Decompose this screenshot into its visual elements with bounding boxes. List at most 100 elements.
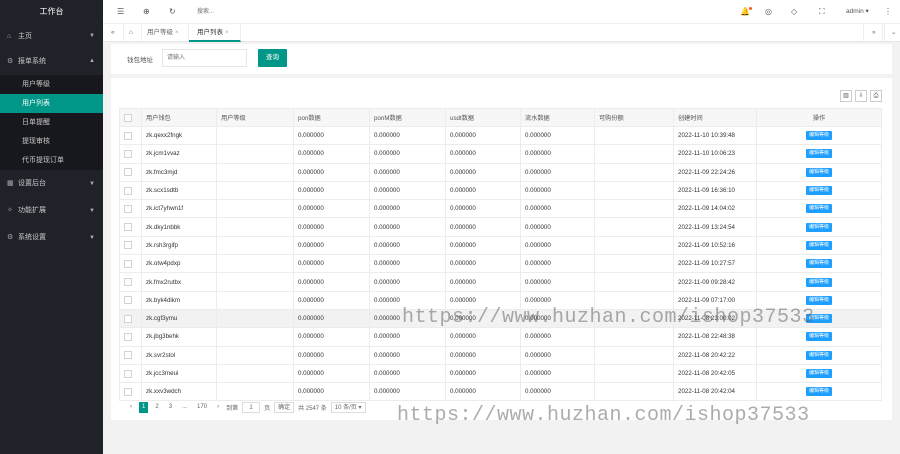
tab-user-list[interactable]: 用户列表 × — [189, 24, 241, 42]
row-select-cell[interactable] — [119, 272, 142, 292]
edit-level-button[interactable]: 编辑等级 — [805, 295, 832, 305]
close-icon[interactable]: × — [175, 29, 179, 36]
row-select-cell[interactable] — [119, 217, 142, 237]
print-icon[interactable]: ⎙ — [870, 90, 882, 102]
tab-user-level[interactable]: 用户等级 × — [139, 24, 189, 42]
goto-confirm-button[interactable]: 确定 — [274, 402, 295, 413]
row-checkbox[interactable] — [124, 387, 132, 396]
row-checkbox[interactable] — [124, 351, 132, 360]
page-last[interactable]: 170 — [194, 402, 210, 413]
row-checkbox[interactable] — [124, 168, 132, 177]
refresh-icon[interactable]: ↻ — [169, 0, 176, 24]
table-row[interactable]: zk.rsh3rgifp 0.000000 0.000000 0.000000 0.00… — [119, 235, 882, 256]
goto-page-input[interactable]: 1 — [242, 402, 261, 413]
col-wallet[interactable]: 用户钱包 — [141, 108, 217, 127]
table-row[interactable]: zk.otw4pdxp 0.000000 0.000000 0.000000 0.000… — [119, 254, 882, 274]
menu-toggle-icon[interactable]: ☰ — [117, 0, 124, 24]
edit-level-button[interactable]: 编辑等级 — [805, 131, 832, 141]
row-select-cell[interactable] — [119, 125, 142, 146]
user-menu[interactable]: admin ▾ — [846, 0, 869, 24]
page-3[interactable]: 3 — [166, 402, 175, 413]
sidebar-item-token-withdraw[interactable]: 代币提现订单 — [0, 151, 103, 170]
tag-icon[interactable]: ◇ — [791, 0, 797, 24]
sidebar-item-system-settings[interactable]: ⚙ 系统设置 ▼ — [0, 226, 103, 250]
edit-level-button[interactable]: 编辑等级 — [805, 204, 832, 214]
col-ponm[interactable]: ponM数据 — [369, 108, 446, 127]
table-row[interactable]: zk.jbg3behk 0.000000 0.000000 0.000000 0.000… — [119, 327, 882, 347]
search-input[interactable] — [197, 6, 257, 18]
sidebar-item-extensions[interactable]: ✧ 功能扩展 ▼ — [0, 199, 103, 223]
row-checkbox[interactable] — [124, 186, 132, 195]
row-checkbox[interactable] — [124, 149, 132, 158]
row-select-cell[interactable] — [119, 180, 142, 201]
table-row[interactable]: zk.dky1nbbk 0.000000 0.000000 0.000000 0.000… — [119, 217, 882, 237]
select-all-checkbox[interactable] — [124, 113, 132, 122]
sidebar-item-user-level[interactable]: 用户等级 — [0, 75, 103, 94]
sidebar-item-settings-backend[interactable]: ▦ 设置后台 ▼ — [0, 172, 103, 196]
table-row[interactable]: zk.ict7yhwn1f 0.000000 0.000000 0.000000 0.0… — [119, 199, 882, 219]
chevron-down-icon[interactable]: ⌄ — [882, 24, 900, 42]
table-row[interactable]: zk.fmc3mjd 0.000000 0.000000 0.000000 0.0000… — [119, 162, 882, 182]
table-row[interactable]: zk.qexx2fngk 0.000000 0.000000 0.000000 0.00… — [119, 125, 882, 146]
row-select-cell[interactable] — [119, 345, 142, 365]
row-checkbox[interactable] — [124, 241, 132, 250]
per-page-select[interactable]: 10 条/页 ▾ — [330, 402, 366, 413]
table-row[interactable]: zk.jcc3meui 0.000000 0.000000 0.000000 0.000… — [119, 363, 882, 384]
col-share[interactable]: 可购份额 — [594, 108, 674, 127]
col-flow[interactable]: 流水数据 — [520, 108, 595, 127]
row-select-cell[interactable] — [119, 162, 142, 182]
row-select-cell[interactable] — [119, 144, 142, 164]
edit-level-button[interactable]: 编辑等级 — [805, 277, 832, 287]
row-checkbox[interactable] — [124, 278, 132, 287]
page-1[interactable]: 1 — [139, 402, 149, 413]
row-select-cell[interactable] — [119, 363, 142, 384]
row-select-cell[interactable] — [119, 254, 142, 274]
page-2[interactable]: 2 — [152, 402, 161, 413]
edit-level-button[interactable]: 编辑等级 — [805, 350, 832, 360]
table-row[interactable]: zk.xxv3wdch 0.000000 0.000000 0.000000 0.000… — [119, 382, 882, 402]
row-checkbox[interactable] — [124, 296, 132, 305]
sidebar-item-home[interactable]: ⌂ 主页 ▼ — [0, 24, 103, 49]
col-level[interactable]: 用户等级 — [216, 108, 294, 127]
row-select-cell[interactable] — [119, 308, 142, 329]
sidebar-item-daily-reminder[interactable]: 日单提醒 — [0, 113, 103, 132]
edit-level-button[interactable]: 编辑等级 — [805, 167, 832, 177]
query-button[interactable]: 查询 — [258, 49, 287, 67]
sidebar-item-user-list[interactable]: 用户列表 — [0, 94, 103, 113]
edit-level-button[interactable]: 编辑等级 — [805, 332, 832, 342]
edit-level-button[interactable]: 编辑等级 — [805, 369, 832, 378]
edit-level-button[interactable]: 编辑等级 — [805, 222, 832, 232]
sidebar-item-withdraw-review[interactable]: 提现审核 — [0, 132, 103, 151]
col-created[interactable]: 创建时间 — [673, 108, 757, 127]
row-checkbox[interactable] — [124, 223, 132, 232]
globe-icon[interactable]: ⊕ — [143, 0, 150, 24]
export-icon[interactable]: ⇩ — [855, 90, 867, 102]
row-checkbox[interactable] — [124, 131, 132, 140]
row-select-cell[interactable] — [119, 235, 142, 256]
wallet-input[interactable] — [162, 49, 247, 67]
table-row[interactable]: zk.svr2stol 0.000000 0.000000 0.000000 0.000… — [119, 345, 882, 365]
col-pon[interactable]: pon数据 — [293, 108, 370, 127]
col-usdt[interactable]: usdt数据 — [445, 108, 521, 127]
edit-level-button[interactable]: 编辑等级 — [805, 387, 832, 397]
edit-level-button[interactable]: 编辑等级 — [805, 186, 832, 196]
row-select-cell[interactable] — [119, 382, 142, 402]
edit-level-button[interactable]: 编辑等级 — [805, 240, 832, 250]
theme-icon[interactable]: ◎ — [765, 0, 772, 24]
table-row[interactable]: zk.scx1sdtb 0.000000 0.000000 0.000000 0.000… — [119, 180, 882, 201]
close-icon[interactable]: × — [225, 29, 229, 36]
row-checkbox[interactable] — [124, 204, 132, 213]
fullscreen-icon[interactable]: ⛶ — [819, 0, 825, 24]
row-select-cell[interactable] — [119, 290, 142, 310]
row-checkbox[interactable] — [124, 314, 132, 323]
row-select-cell[interactable] — [119, 327, 142, 347]
row-checkbox[interactable] — [124, 369, 132, 378]
next-page-icon[interactable]: › — [214, 402, 222, 413]
more-icon[interactable]: ⋮ — [884, 0, 892, 24]
sidebar-item-order-system[interactable]: ⚙ 报单系统 ▲ — [0, 49, 103, 75]
row-select-cell[interactable] — [119, 199, 142, 219]
select-all-header[interactable] — [119, 108, 142, 127]
edit-level-button[interactable]: 编辑等级 — [805, 259, 832, 269]
prev-page-icon[interactable]: ‹ — [127, 402, 135, 413]
row-checkbox[interactable] — [124, 332, 132, 341]
